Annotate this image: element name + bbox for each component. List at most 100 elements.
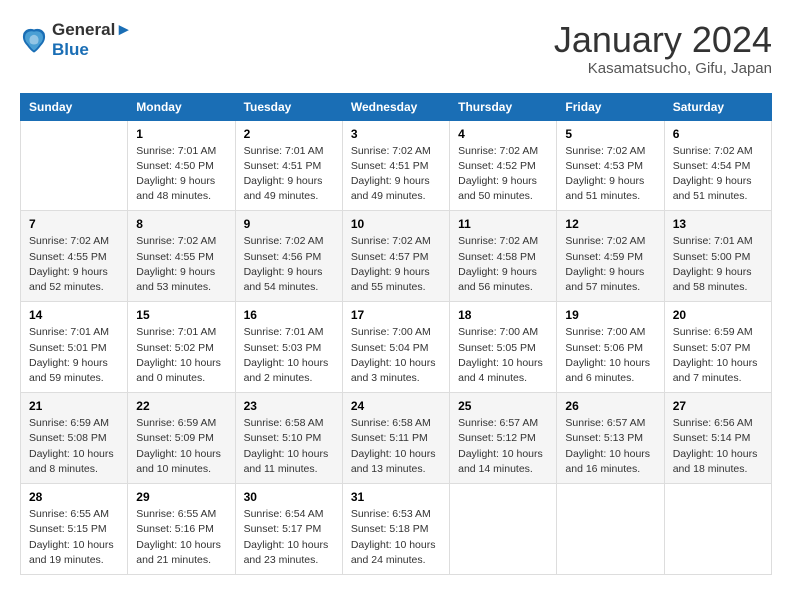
day-info: Sunrise: 7:01 AMSunset: 5:01 PMDaylight:… [29,325,119,386]
day-info: Sunrise: 7:01 AMSunset: 5:02 PMDaylight:… [136,325,226,386]
day-cell: 19Sunrise: 7:00 AMSunset: 5:06 PMDayligh… [557,302,664,393]
day-info: Sunrise: 6:59 AMSunset: 5:08 PMDaylight:… [29,416,119,477]
day-info: Sunrise: 7:02 AMSunset: 4:57 PMDaylight:… [351,234,441,295]
day-number: 15 [136,308,226,322]
calendar-table: SundayMondayTuesdayWednesdayThursdayFrid… [20,93,772,575]
location: Kasamatsucho, Gifu, Japan [554,60,772,77]
day-cell: 17 Sunrise: 7:00 AMSunset: 5:04 PMDayligh… [342,302,449,393]
day-info: Sunrise: 7:02 AMSunset: 4:58 PMDaylight:… [458,234,548,295]
day-number: 29 [136,490,226,504]
day-number: 6 [673,127,763,141]
day-number: 19 [565,308,655,322]
day-cell: 26 Sunrise: 6:57 AMSunset: 5:13 PMDayligh… [557,393,664,484]
week-row-4: 21 Sunrise: 6:59 AMSunset: 5:08 PMDayligh… [21,393,772,484]
day-cell: 29Sunrise: 6:55 AMSunset: 5:16 PMDayligh… [128,484,235,575]
day-number: 23 [244,399,334,413]
day-header-saturday: Saturday [664,93,771,120]
day-cell: 18 Sunrise: 7:00 AMSunset: 5:05 PMDayligh… [450,302,557,393]
day-info: Sunrise: 7:02 AMSunset: 4:53 PMDaylight:… [565,144,655,205]
day-number: 22 [136,399,226,413]
day-info: Sunrise: 7:01 AMSunset: 5:00 PMDaylight:… [673,234,763,295]
day-info: Sunrise: 6:55 AMSunset: 5:15 PMDaylight:… [29,507,119,568]
day-info: Sunrise: 7:02 AMSunset: 4:54 PMDaylight:… [673,144,763,205]
day-headers-row: SundayMondayTuesdayWednesdayThursdayFrid… [21,93,772,120]
day-cell: 9 Sunrise: 7:02 AMSunset: 4:56 PMDaylight… [235,211,342,302]
day-info: Sunrise: 6:59 AMSunset: 5:07 PMDaylight:… [673,325,763,386]
page-header: General► Blue January 2024 Kasamatsucho,… [20,20,772,77]
day-cell: 16 Sunrise: 7:01 AMSunset: 5:03 PMDayligh… [235,302,342,393]
day-cell: 8Sunrise: 7:02 AMSunset: 4:55 PMDaylight… [128,211,235,302]
day-number: 20 [673,308,763,322]
day-cell: 30 Sunrise: 6:54 AMSunset: 5:17 PMDayligh… [235,484,342,575]
day-info: Sunrise: 7:02 AMSunset: 4:51 PMDaylight:… [351,144,441,205]
day-cell: 10Sunrise: 7:02 AMSunset: 4:57 PMDayligh… [342,211,449,302]
day-info: Sunrise: 7:02 AMSunset: 4:59 PMDaylight:… [565,234,655,295]
day-header-wednesday: Wednesday [342,93,449,120]
day-number: 30 [244,490,334,504]
day-cell: 15 Sunrise: 7:01 AMSunset: 5:02 PMDayligh… [128,302,235,393]
day-cell: 13 Sunrise: 7:01 AMSunset: 5:00 PMDayligh… [664,211,771,302]
day-cell: 25 Sunrise: 6:57 AMSunset: 5:12 PMDayligh… [450,393,557,484]
day-info: Sunrise: 7:01 AMSunset: 5:03 PMDaylight:… [244,325,334,386]
day-info: Sunrise: 7:02 AMSunset: 4:55 PMDaylight:… [29,234,119,295]
day-number: 17 [351,308,441,322]
day-number: 25 [458,399,548,413]
week-row-3: 14 Sunrise: 7:01 AMSunset: 5:01 PMDayligh… [21,302,772,393]
day-cell [21,120,128,211]
day-cell: 14 Sunrise: 7:01 AMSunset: 5:01 PMDayligh… [21,302,128,393]
day-info: Sunrise: 6:58 AMSunset: 5:11 PMDaylight:… [351,416,441,477]
day-number: 26 [565,399,655,413]
day-info: Sunrise: 7:00 AMSunset: 5:05 PMDaylight:… [458,325,548,386]
day-header-sunday: Sunday [21,93,128,120]
day-cell: 4Sunrise: 7:02 AMSunset: 4:52 PMDaylight… [450,120,557,211]
day-number: 11 [458,217,548,231]
day-cell: 28 Sunrise: 6:55 AMSunset: 5:15 PMDayligh… [21,484,128,575]
day-number: 5 [565,127,655,141]
logo-text: General► Blue [52,20,132,60]
day-cell [557,484,664,575]
week-row-1: 1 Sunrise: 7:01 AMSunset: 4:50 PMDaylight… [21,120,772,211]
day-number: 2 [244,127,334,141]
day-info: Sunrise: 7:02 AMSunset: 4:56 PMDaylight:… [244,234,334,295]
day-cell: 12 Sunrise: 7:02 AMSunset: 4:59 PMDayligh… [557,211,664,302]
day-info: Sunrise: 6:57 AMSunset: 5:12 PMDaylight:… [458,416,548,477]
day-info: Sunrise: 6:54 AMSunset: 5:17 PMDaylight:… [244,507,334,568]
day-info: Sunrise: 7:02 AMSunset: 4:55 PMDaylight:… [136,234,226,295]
day-cell: 3Sunrise: 7:02 AMSunset: 4:51 PMDaylight… [342,120,449,211]
day-number: 31 [351,490,441,504]
day-number: 24 [351,399,441,413]
day-cell: 27Sunrise: 6:56 AMSunset: 5:14 PMDayligh… [664,393,771,484]
day-info: Sunrise: 7:01 AMSunset: 4:51 PMDaylight:… [244,144,334,205]
day-number: 1 [136,127,226,141]
day-info: Sunrise: 6:53 AMSunset: 5:18 PMDaylight:… [351,507,441,568]
day-number: 18 [458,308,548,322]
logo-icon [20,26,48,54]
day-number: 21 [29,399,119,413]
day-number: 7 [29,217,119,231]
day-number: 28 [29,490,119,504]
day-cell [450,484,557,575]
day-number: 13 [673,217,763,231]
week-row-2: 7 Sunrise: 7:02 AMSunset: 4:55 PMDaylight… [21,211,772,302]
day-info: Sunrise: 6:56 AMSunset: 5:14 PMDaylight:… [673,416,763,477]
day-header-thursday: Thursday [450,93,557,120]
day-cell: 5 Sunrise: 7:02 AMSunset: 4:53 PMDaylight… [557,120,664,211]
day-number: 4 [458,127,548,141]
day-number: 12 [565,217,655,231]
day-cell: 2 Sunrise: 7:01 AMSunset: 4:51 PMDaylight… [235,120,342,211]
day-number: 9 [244,217,334,231]
day-cell: 21 Sunrise: 6:59 AMSunset: 5:08 PMDayligh… [21,393,128,484]
day-number: 14 [29,308,119,322]
day-info: Sunrise: 7:00 AMSunset: 5:04 PMDaylight:… [351,325,441,386]
day-cell: 1 Sunrise: 7:01 AMSunset: 4:50 PMDaylight… [128,120,235,211]
day-cell: 20 Sunrise: 6:59 AMSunset: 5:07 PMDayligh… [664,302,771,393]
day-cell: 11 Sunrise: 7:02 AMSunset: 4:58 PMDayligh… [450,211,557,302]
title-block: January 2024 Kasamatsucho, Gifu, Japan [554,20,772,77]
day-number: 16 [244,308,334,322]
day-info: Sunrise: 7:01 AMSunset: 4:50 PMDaylight:… [136,144,226,205]
day-header-monday: Monday [128,93,235,120]
day-info: Sunrise: 6:57 AMSunset: 5:13 PMDaylight:… [565,416,655,477]
day-cell [664,484,771,575]
day-cell: 22Sunrise: 6:59 AMSunset: 5:09 PMDayligh… [128,393,235,484]
week-row-5: 28 Sunrise: 6:55 AMSunset: 5:15 PMDayligh… [21,484,772,575]
